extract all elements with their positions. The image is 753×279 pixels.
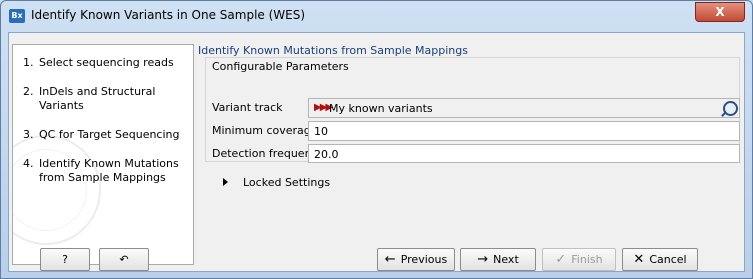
checkmark-icon: ✓ [555,252,567,267]
step-4-label: Identify Known Mutations from Sample Map… [39,157,179,184]
step-2-label: InDels and Structural Variants [39,85,156,112]
previous-label: Previous [400,253,448,266]
step-content: Identify Known Mutations from Sample Map… [198,44,743,265]
arrow-right-icon: → [477,252,489,267]
close-button[interactable]: X [695,2,745,22]
finish-button[interactable]: ✓ Finish [542,248,616,271]
section-header: Identify Known Mutations from Sample Map… [198,44,468,57]
cancel-label: Cancel [649,253,687,266]
variant-track-value: My known variants [329,102,433,115]
step-2: 2. InDels and Structural Variants [23,85,188,113]
group-title: Configurable Parameters [212,60,349,73]
arrow-left-icon: ← [384,252,396,267]
window-title: Identify Known Variants in One Sample (W… [31,8,306,22]
wizard-dialog: Bx Identify Known Variants in One Sample… [0,0,753,279]
detection-frequency-input[interactable]: 20.0 [308,144,740,163]
previous-button[interactable]: ← Previous [377,248,455,271]
min-coverage-label: Minimum coverage [212,124,318,137]
cancel-x-icon: ✕ [633,252,645,267]
cancel-button[interactable]: ✕ Cancel [622,248,698,271]
variant-track-field: ▶▶▶ My known variants [308,98,740,118]
step-1-label: Select sequencing reads [39,56,174,69]
browse-icon[interactable] [723,101,738,116]
dialog-body: 1. Select sequencing reads 2. InDels and S… [8,32,745,272]
app-icon: Bx [9,9,25,23]
expand-arrow-icon [223,178,228,186]
steps-panel: 1. Select sequencing reads 2. InDels and S… [12,44,194,265]
finish-label: Finish [571,253,603,266]
step-3-label: QC for Target Sequencing [39,128,180,141]
reset-icon: ↶ [119,253,129,266]
step-1: 1. Select sequencing reads [23,56,188,70]
reset-button[interactable]: ↶ [99,248,149,271]
min-coverage-input[interactable]: 10 [308,121,740,141]
locked-settings-label: Locked Settings [243,176,331,189]
next-button[interactable]: → Next [460,248,536,271]
configurable-parameters-group: Configurable Parameters Variant track ▶▶… [205,57,740,163]
step-3: 3. QC for Target Sequencing [23,128,188,142]
help-button[interactable]: ? [40,248,90,271]
step-4: 4. Identify Known Mutations from Sample M… [23,157,188,185]
next-label: Next [493,253,519,266]
variant-track-label: Variant track [212,101,283,114]
button-bar: ? ↶ ← Previous → Next ✓ Finish ✕ Cancel [9,242,746,273]
title-bar: Bx Identify Known Variants in One Sample… [1,1,752,31]
